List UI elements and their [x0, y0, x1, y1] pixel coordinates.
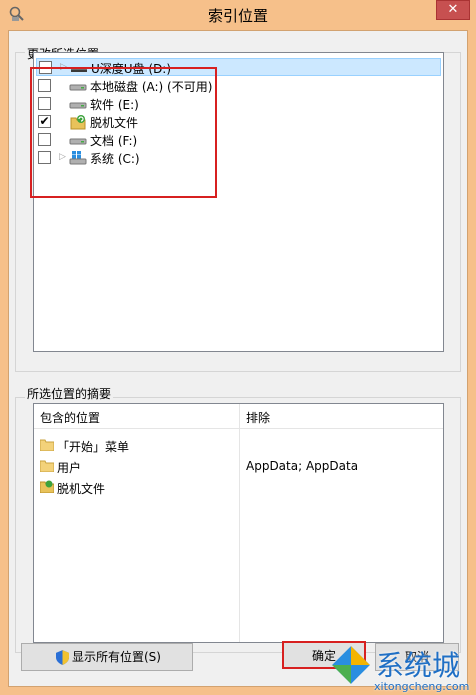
column-header-included[interactable]: 包含的位置: [40, 409, 100, 426]
excluded-location: AppData; AppData: [246, 459, 359, 473]
close-button[interactable]: ✕: [436, 0, 470, 20]
show-all-label: 显示所有位置(S): [72, 650, 161, 664]
highlight-annotation: [30, 67, 217, 198]
list-item[interactable]: 脱机文件: [34, 477, 443, 497]
show-all-locations-button[interactable]: 显示所有位置(S): [21, 643, 193, 671]
included-location: 脱机文件: [57, 482, 106, 496]
list-item[interactable]: 「开始」菜单: [34, 435, 443, 455]
offline-files-icon: [40, 480, 54, 493]
summary-list[interactable]: 包含的位置 排除 「开始」菜单 用户 AppData; AppData 脱机文件: [33, 403, 444, 643]
watermark-url: xitongcheng.com: [374, 680, 470, 693]
list-item[interactable]: 用户 AppData; AppData: [34, 456, 443, 476]
watermark-logo-icon: [332, 646, 370, 684]
included-location: 用户: [57, 461, 82, 475]
folder-icon: [40, 460, 54, 472]
summary-label: 所选位置的摘要: [25, 385, 114, 402]
folder-icon: [40, 439, 54, 451]
title-bar: 索引位置 ✕: [0, 0, 476, 30]
watermark-text: 系统城: [376, 649, 461, 682]
window-title: 索引位置: [207, 7, 268, 25]
watermark: 系统城 xitongcheng.com: [330, 638, 476, 695]
included-location: 「开始」菜单: [57, 440, 130, 454]
column-header-excluded[interactable]: 排除: [246, 409, 270, 426]
shield-icon: [56, 650, 69, 665]
dialog-body: 更改所选位置 ▷ U深度U盘 (D:) 本地磁盘 (A:) (不可用): [8, 30, 468, 687]
